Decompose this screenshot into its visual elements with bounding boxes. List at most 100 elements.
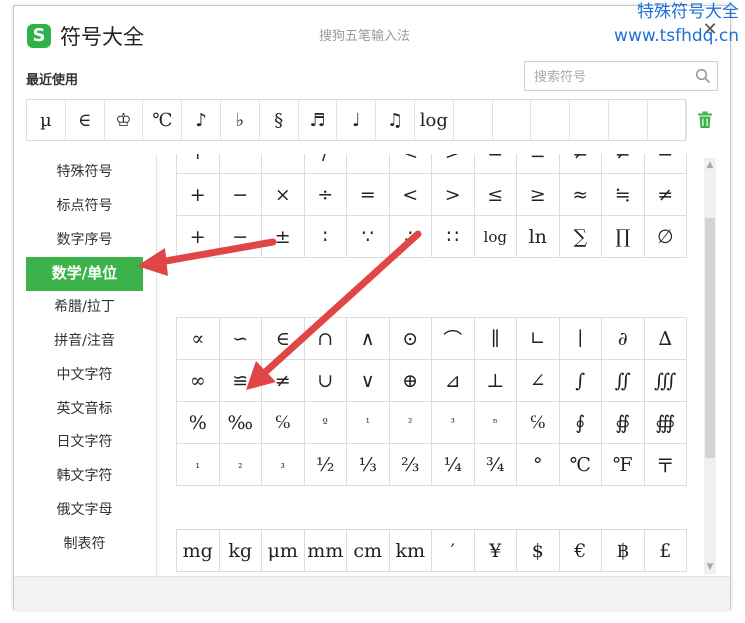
unit-symbol-cell[interactable]: € xyxy=(559,530,602,572)
math-symbol-cell[interactable]: ° xyxy=(517,444,560,486)
math-symbol-cell[interactable]: ° xyxy=(262,154,305,174)
math-symbol-cell[interactable]: ∰ xyxy=(644,402,687,444)
math-symbol-cell[interactable]: ℅ xyxy=(517,402,560,444)
recent-symbol-cell[interactable]: ♬ xyxy=(299,100,338,140)
recent-symbol-cell[interactable]: ♔ xyxy=(105,100,144,140)
unit-symbol-cell[interactable]: cm xyxy=(347,530,390,572)
math-symbol-cell[interactable]: ∣ xyxy=(559,318,602,360)
math-symbol-cell[interactable]: ≥ xyxy=(517,174,560,216)
math-symbol-cell[interactable]: ≈ xyxy=(559,174,602,216)
recent-symbol-cell[interactable]: § xyxy=(260,100,299,140)
math-symbol-cell[interactable]: ⅓ xyxy=(347,444,390,486)
math-symbol-cell[interactable]: ∴ xyxy=(389,216,432,258)
math-symbol-cell[interactable]: / xyxy=(304,154,347,174)
math-symbol-cell[interactable]: ÷ xyxy=(304,174,347,216)
math-symbol-cell[interactable]: º xyxy=(304,402,347,444)
trash-icon[interactable] xyxy=(697,111,713,129)
math-symbol-cell[interactable]: ln xyxy=(517,216,560,258)
recent-symbol-cell[interactable]: µ xyxy=(27,100,66,140)
math-symbol-cell[interactable]: ∩ xyxy=(304,318,347,360)
recent-symbol-cell[interactable] xyxy=(493,100,532,140)
math-symbol-cell[interactable]: ⅔ xyxy=(389,444,432,486)
math-symbol-cell[interactable]: ∥ xyxy=(474,318,517,360)
sidebar-item[interactable]: 拼音/注音 xyxy=(26,325,143,359)
sidebar-item[interactable]: 日文字符 xyxy=(26,426,143,460)
math-symbol-cell[interactable]: ℃ xyxy=(559,444,602,486)
math-symbol-cell[interactable]: − xyxy=(219,216,262,258)
math-symbol-cell[interactable]: = xyxy=(347,174,390,216)
math-symbol-cell[interactable]: ² xyxy=(389,402,432,444)
math-symbol-cell[interactable]: ≠ xyxy=(644,174,687,216)
math-symbol-cell[interactable]: ℅ xyxy=(262,402,305,444)
math-symbol-cell[interactable]: ¹ xyxy=(347,402,390,444)
scroll-thumb[interactable] xyxy=(705,218,715,458)
unit-symbol-cell[interactable]: ฿ xyxy=(602,530,645,572)
unit-symbol-cell[interactable]: mm xyxy=(304,530,347,572)
math-symbol-cell[interactable]: ∟ xyxy=(517,318,560,360)
sidebar-item[interactable]: 韩文字符 xyxy=(26,460,143,494)
search-box[interactable] xyxy=(524,61,718,91)
math-symbol-cell[interactable]: ≡ xyxy=(517,154,560,174)
math-symbol-cell[interactable]: > xyxy=(432,174,475,216)
sidebar-item[interactable]: 数字序号 xyxy=(26,224,143,258)
math-symbol-cell[interactable]: ₃ xyxy=(262,444,305,486)
unit-symbol-cell[interactable]: £ xyxy=(644,530,687,572)
math-symbol-cell[interactable]: ℉ xyxy=(602,444,645,486)
recent-symbol-cell[interactable]: ℃ xyxy=(143,100,183,140)
recent-symbol-cell[interactable]: ♭ xyxy=(221,100,260,140)
math-symbol-cell[interactable]: ¾ xyxy=(474,444,517,486)
math-symbol-cell[interactable]: ≒ xyxy=(602,174,645,216)
math-symbol-cell[interactable]: 〒 xyxy=(644,444,687,486)
math-symbol-cell[interactable]: ∈ xyxy=(262,318,305,360)
scroll-down-icon[interactable]: ▼ xyxy=(704,560,716,574)
math-symbol-cell[interactable]: ³ xyxy=(432,402,475,444)
math-symbol-cell[interactable]: ∠ xyxy=(517,360,560,402)
math-symbol-cell[interactable]: < xyxy=(389,154,432,174)
math-symbol-cell[interactable]: ∅ xyxy=(644,216,687,258)
math-symbol-cell[interactable]: + xyxy=(177,216,220,258)
math-symbol-cell[interactable]: > xyxy=(432,154,475,174)
math-symbol-cell[interactable]: = xyxy=(474,154,517,174)
math-symbol-cell[interactable]: ∝ xyxy=(177,318,220,360)
sidebar-item[interactable]: 英文音标 xyxy=(26,393,143,427)
scroll-up-icon[interactable]: ▲ xyxy=(704,158,716,172)
sidebar-item[interactable]: 希腊/拉丁 xyxy=(26,291,143,325)
recent-symbol-cell[interactable]: log xyxy=(415,100,454,140)
math-symbol-cell[interactable]: % xyxy=(177,402,220,444)
math-symbol-cell[interactable]: ≠ xyxy=(262,360,305,402)
math-symbol-cell[interactable]: ∧ xyxy=(347,318,390,360)
math-symbol-cell[interactable]: < xyxy=(389,174,432,216)
sidebar-item[interactable]: 制表符 xyxy=(26,528,143,562)
math-symbol-cell[interactable]: ∬ xyxy=(602,360,645,402)
math-symbol-cell[interactable]: ⊿ xyxy=(432,360,475,402)
math-symbol-cell[interactable]: ∫ xyxy=(559,360,602,402)
math-symbol-cell[interactable]: − xyxy=(219,174,262,216)
math-symbol-cell[interactable]: ∑ xyxy=(559,216,602,258)
search-icon[interactable] xyxy=(695,68,711,84)
recent-symbol-cell[interactable] xyxy=(531,100,571,140)
recent-symbol-cell[interactable] xyxy=(454,100,493,140)
math-symbol-cell[interactable]: ∮ xyxy=(559,402,602,444)
math-symbol-cell[interactable]: ⊥ xyxy=(474,360,517,402)
recent-symbol-cell[interactable]: ∈ xyxy=(66,100,105,140)
recent-symbol-cell[interactable]: ♫ xyxy=(376,100,415,140)
recent-symbol-cell[interactable]: ♩ xyxy=(337,100,377,140)
math-symbol-cell[interactable]: log xyxy=(474,216,517,258)
search-input[interactable] xyxy=(532,63,696,91)
math-symbol-cell[interactable]: ∯ xyxy=(602,402,645,444)
math-symbol-cell[interactable]: ∷ xyxy=(432,216,475,258)
recent-symbol-cell[interactable] xyxy=(648,100,687,140)
sidebar-item[interactable]: 俄文字母 xyxy=(26,494,143,528)
sidebar-item[interactable]: 中文字符 xyxy=(26,359,143,393)
math-symbol-cell[interactable]: ∶ xyxy=(304,216,347,258)
math-symbol-cell[interactable]: ∨ xyxy=(347,360,390,402)
sidebar-item[interactable]: 特殊符号 xyxy=(26,156,143,190)
math-symbol-cell[interactable]: × xyxy=(262,174,305,216)
math-symbol-cell[interactable]: ∞ xyxy=(177,360,220,402)
recent-symbol-cell[interactable] xyxy=(609,100,648,140)
math-symbol-cell[interactable]: ≠ xyxy=(602,154,645,174)
math-symbol-cell[interactable]: ½ xyxy=(304,444,347,486)
math-symbol-cell[interactable]: − xyxy=(219,154,262,174)
math-symbol-cell[interactable]: ∂ xyxy=(602,318,645,360)
sidebar-item[interactable]: 标点符号 xyxy=(26,190,143,224)
